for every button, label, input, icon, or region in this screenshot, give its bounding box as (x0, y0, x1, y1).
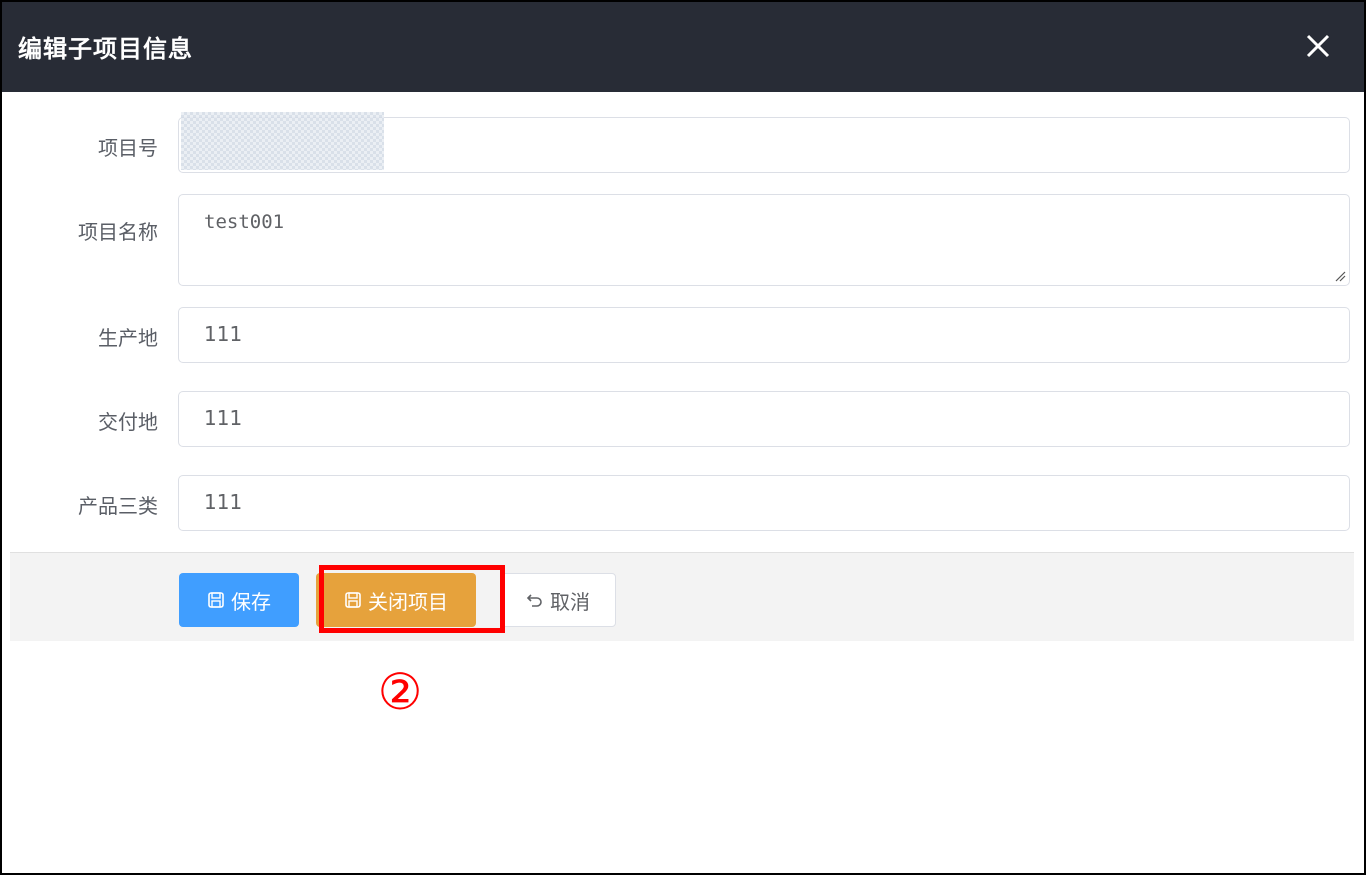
dialog-title: 编辑子项目信息 (18, 35, 193, 63)
delivery-place-label: 交付地 (98, 410, 158, 434)
project-no-label: 项目号 (98, 136, 158, 160)
delivery-place-input[interactable]: 111 (178, 391, 1350, 447)
cancel-label: 取消 (550, 589, 590, 614)
highlight-box (319, 565, 505, 633)
product-category-input[interactable]: 111 (178, 475, 1350, 531)
project-name-textarea[interactable]: test001 (178, 194, 1350, 286)
production-place-value: 111 (204, 322, 243, 346)
project-name-value: test001 (204, 211, 285, 233)
dialog-footer: 保存 关闭项目 取消 (10, 552, 1354, 641)
production-place-input[interactable]: 111 (178, 307, 1350, 363)
project-no-input[interactable] (178, 112, 1350, 173)
cancel-button[interactable]: 取消 (500, 573, 616, 627)
masked-value (181, 112, 384, 170)
form-row-production-place: 生产地 111 (2, 307, 1364, 363)
product-category-value: 111 (204, 490, 243, 514)
undo-icon (526, 594, 542, 607)
save-button[interactable]: 保存 (179, 573, 299, 627)
delivery-place-value: 111 (204, 406, 243, 430)
step-marker: ② (377, 663, 423, 721)
form-row-project-name: 项目名称 test001 (2, 194, 1364, 286)
save-label: 保存 (231, 589, 271, 614)
save-icon (208, 592, 224, 608)
close-icon[interactable] (1298, 26, 1338, 66)
project-name-label: 项目名称 (78, 220, 158, 244)
edit-subproject-dialog: 编辑子项目信息 项目号 项目名称 test001 生产地 111 交付地 111… (0, 0, 1366, 875)
resize-handle-icon[interactable] (1334, 270, 1346, 282)
product-category-label: 产品三类 (78, 494, 158, 518)
production-place-label: 生产地 (98, 326, 158, 350)
form-row-delivery-place: 交付地 111 (2, 391, 1364, 447)
form-row-product-category: 产品三类 111 (2, 475, 1364, 531)
form-row-project-no: 项目号 (2, 112, 1364, 173)
dialog-header: 编辑子项目信息 (2, 2, 1364, 92)
